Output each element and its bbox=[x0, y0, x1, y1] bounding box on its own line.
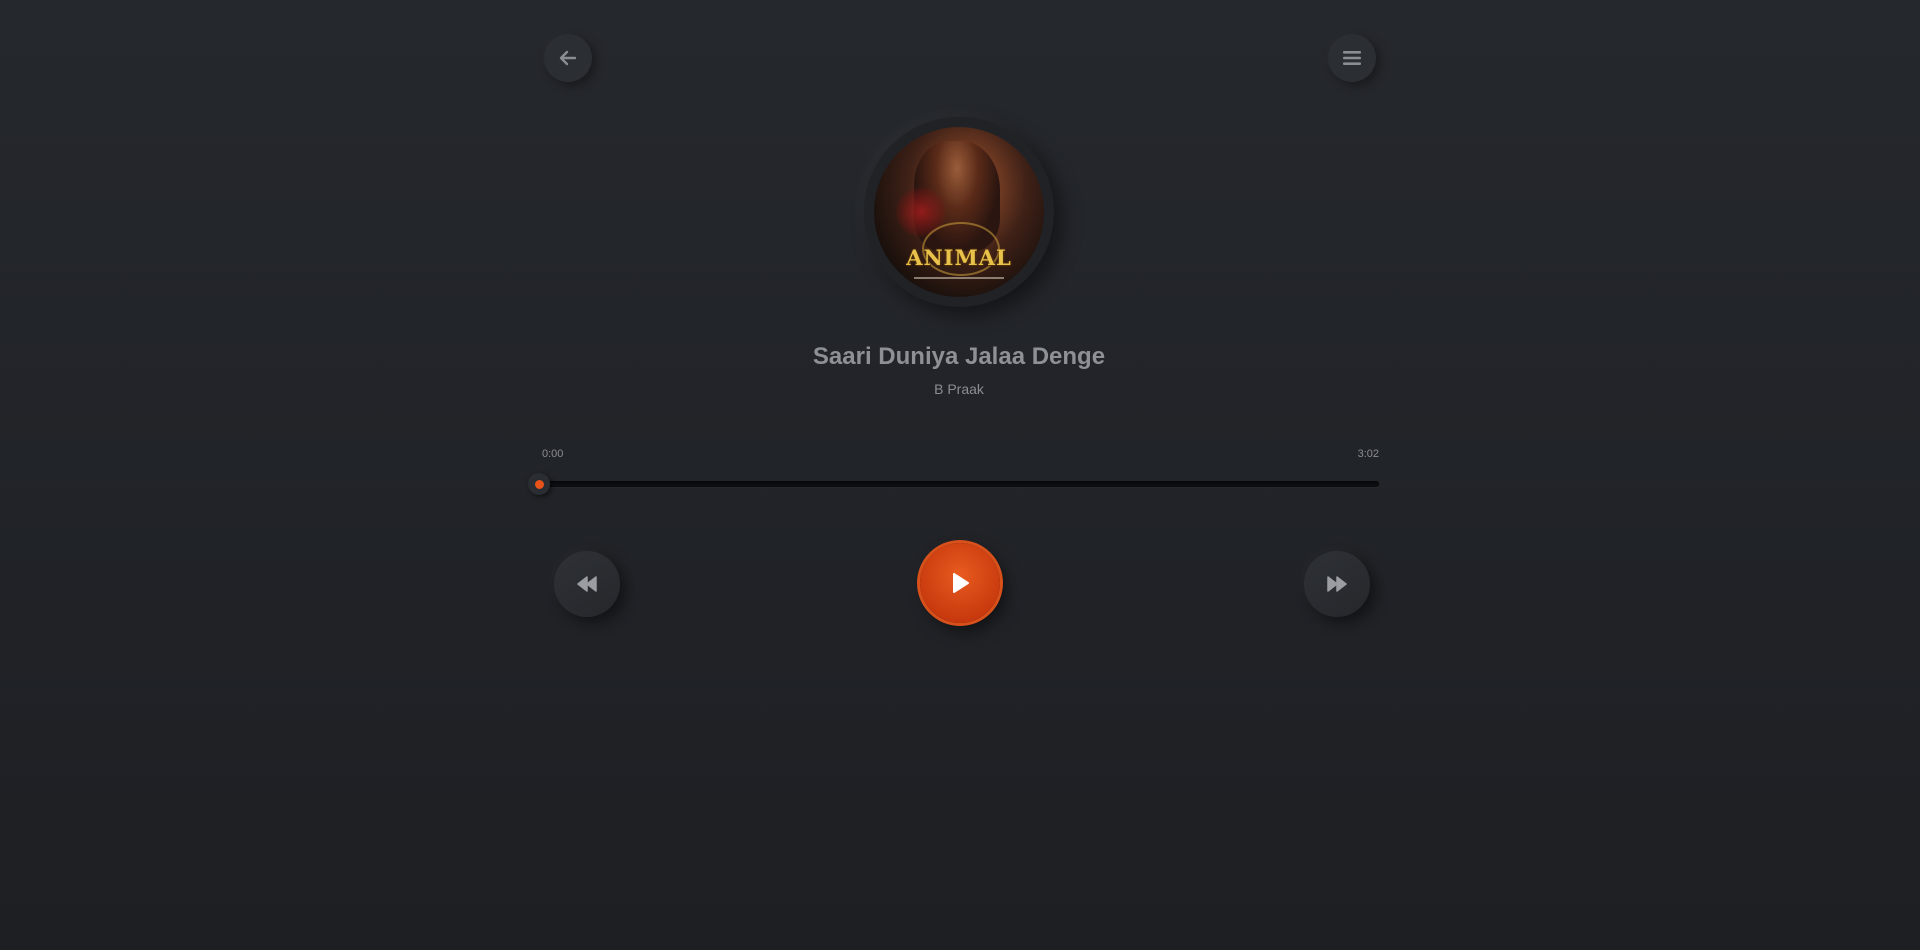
album-art: ANIMAL bbox=[874, 127, 1044, 297]
total-time: 3:02 bbox=[1357, 448, 1379, 460]
album-art-credits bbox=[914, 277, 1004, 279]
song-title: Saari Duniya Jalaa Denge bbox=[812, 343, 1106, 370]
back-button[interactable] bbox=[544, 34, 592, 82]
menu-button[interactable] bbox=[1328, 34, 1376, 82]
album-art-frame: ANIMAL bbox=[864, 117, 1054, 307]
rewind-icon bbox=[576, 576, 598, 592]
fast-forward-icon bbox=[1326, 576, 1348, 592]
hamburger-menu-icon bbox=[1343, 50, 1361, 66]
progress-bar[interactable] bbox=[528, 473, 1379, 495]
play-icon bbox=[950, 572, 970, 594]
album-art-title: ANIMAL bbox=[906, 245, 1012, 270]
progress-thumb-dot bbox=[534, 479, 544, 489]
play-button[interactable] bbox=[920, 543, 1000, 623]
music-player: ANIMAL Saari Duniya Jalaa Denge B Praak … bbox=[528, 0, 1379, 950]
arrow-left-icon bbox=[558, 48, 578, 68]
previous-track-button[interactable] bbox=[554, 551, 620, 617]
next-track-button[interactable] bbox=[1304, 551, 1370, 617]
artist-name: B Praak bbox=[934, 381, 984, 397]
progress-thumb[interactable] bbox=[528, 473, 550, 495]
current-time: 0:00 bbox=[542, 448, 564, 460]
